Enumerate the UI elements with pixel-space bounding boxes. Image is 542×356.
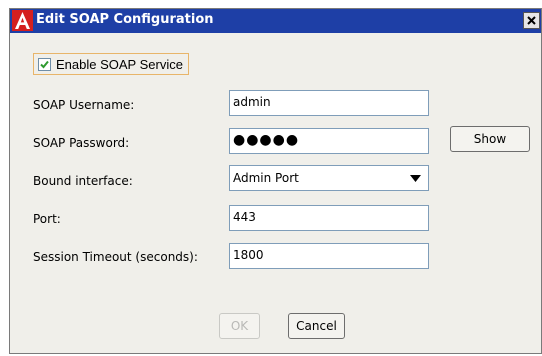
enable-soap-toggle[interactable]: Enable SOAP Service bbox=[33, 53, 189, 75]
port-input[interactable]: 443 bbox=[229, 205, 429, 231]
cancel-button[interactable]: Cancel bbox=[288, 313, 345, 339]
port-label: Port: bbox=[33, 212, 61, 226]
bound-interface-value: Admin Port bbox=[233, 171, 299, 185]
chevron-down-icon bbox=[410, 175, 421, 182]
bound-interface-label: Bound interface: bbox=[33, 174, 133, 188]
title-bar[interactable]: Edit SOAP Configuration bbox=[10, 9, 541, 33]
password-label: SOAP Password: bbox=[33, 136, 130, 150]
enable-soap-checkbox[interactable] bbox=[38, 57, 51, 71]
show-password-button[interactable]: Show bbox=[450, 126, 530, 152]
edit-soap-dialog: Edit SOAP Configuration Enable SOAP Serv… bbox=[9, 8, 542, 354]
checkmark-icon bbox=[40, 60, 49, 68]
password-input[interactable]: ●●●●● bbox=[229, 128, 429, 154]
dialog-title: Edit SOAP Configuration bbox=[36, 12, 214, 27]
bound-interface-select[interactable]: Admin Port bbox=[229, 165, 429, 191]
enable-soap-label: Enable SOAP Service bbox=[56, 56, 183, 72]
session-timeout-input[interactable]: 1800 bbox=[229, 243, 429, 269]
session-timeout-label: Session Timeout (seconds): bbox=[33, 250, 198, 264]
username-label: SOAP Username: bbox=[33, 98, 135, 112]
ok-button[interactable]: OK bbox=[219, 313, 260, 339]
username-input[interactable]: admin bbox=[229, 90, 429, 116]
adobe-a-icon bbox=[12, 10, 33, 31]
close-icon[interactable] bbox=[523, 12, 540, 29]
